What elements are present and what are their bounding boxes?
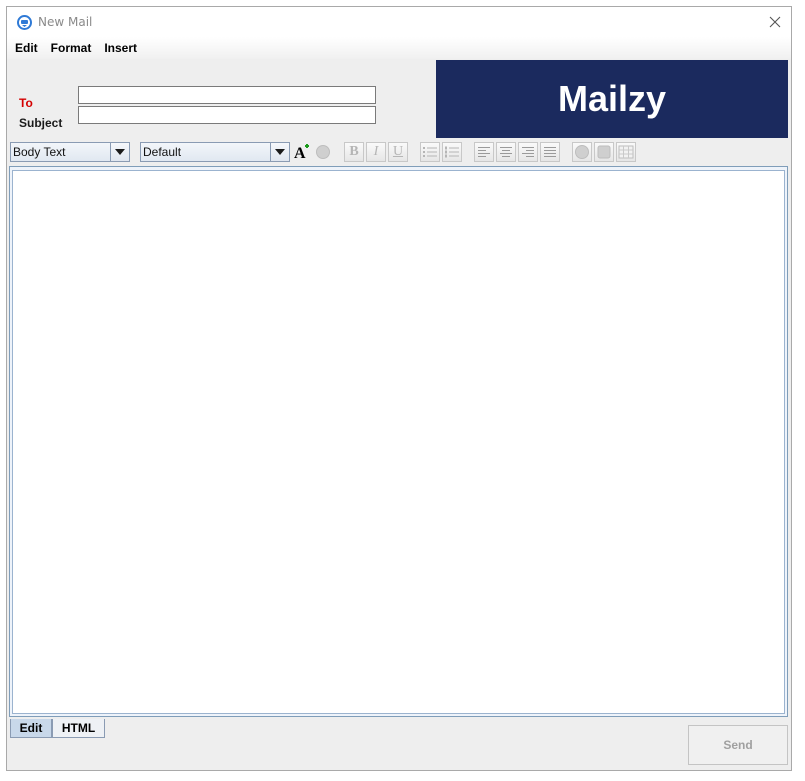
tab-html[interactable]: HTML (52, 719, 105, 738)
close-icon (769, 16, 781, 28)
brand-logo-text: Mailzy (557, 78, 667, 119)
mail-header: To Subject Mailzy (7, 59, 791, 139)
brand-banner: Mailzy (436, 60, 788, 138)
underline-button[interactable]: U (388, 142, 408, 162)
insert-frame-button[interactable] (594, 142, 614, 162)
editor-container (9, 166, 788, 717)
align-left-button[interactable] (474, 142, 494, 162)
tab-edit[interactable]: Edit (10, 719, 52, 738)
chevron-down-icon[interactable] (110, 143, 129, 161)
font-family-value: Default (141, 143, 270, 161)
italic-button[interactable]: I (366, 142, 386, 162)
align-justify-icon (544, 146, 556, 157)
send-button[interactable]: Send (688, 725, 788, 765)
format-toolbar: Body Text Default A B I U (7, 140, 791, 164)
paragraph-style-value: Body Text (11, 143, 110, 161)
to-field[interactable] (78, 86, 376, 104)
bullet-list-button[interactable] (420, 142, 440, 162)
align-right-icon (522, 146, 534, 157)
subject-field[interactable] (78, 106, 376, 124)
align-justify-button[interactable] (540, 142, 560, 162)
message-body-editor[interactable] (12, 170, 785, 714)
bold-button[interactable]: B (344, 142, 364, 162)
font-color-glyph: A (294, 145, 306, 161)
menu-insert[interactable]: Insert (98, 37, 143, 59)
align-left-icon (478, 146, 490, 157)
align-center-button[interactable] (496, 142, 516, 162)
align-center-icon (500, 146, 512, 157)
numbered-list-icon (445, 146, 459, 158)
title-bar: New Mail (7, 7, 791, 37)
menu-format[interactable]: Format (45, 37, 98, 59)
chevron-down-icon[interactable] (270, 143, 289, 161)
bullet-list-icon (423, 147, 437, 157)
paragraph-style-select[interactable]: Body Text (10, 142, 130, 162)
insert-frame-icon (597, 145, 611, 159)
insert-image-button[interactable] (572, 142, 592, 162)
numbered-list-button[interactable] (442, 142, 462, 162)
align-right-button[interactable] (518, 142, 538, 162)
font-color-icon: A (294, 144, 309, 161)
mail-app-icon (17, 15, 32, 30)
insert-image-icon (575, 145, 589, 159)
insert-table-icon (618, 145, 634, 159)
highlight-button[interactable] (313, 142, 333, 162)
font-color-button[interactable]: A (292, 142, 312, 162)
menu-bar: Edit Format Insert (7, 37, 791, 59)
insert-table-button[interactable] (616, 142, 636, 162)
subject-label: Subject (19, 116, 63, 130)
window-title: New Mail (38, 15, 93, 29)
close-button[interactable] (763, 11, 787, 33)
new-mail-window: New Mail Edit Format Insert To Subject M… (6, 6, 792, 771)
font-family-select[interactable]: Default (140, 142, 290, 162)
to-label: To (19, 96, 33, 110)
highlight-icon (316, 145, 330, 159)
menu-edit[interactable]: Edit (8, 37, 44, 59)
